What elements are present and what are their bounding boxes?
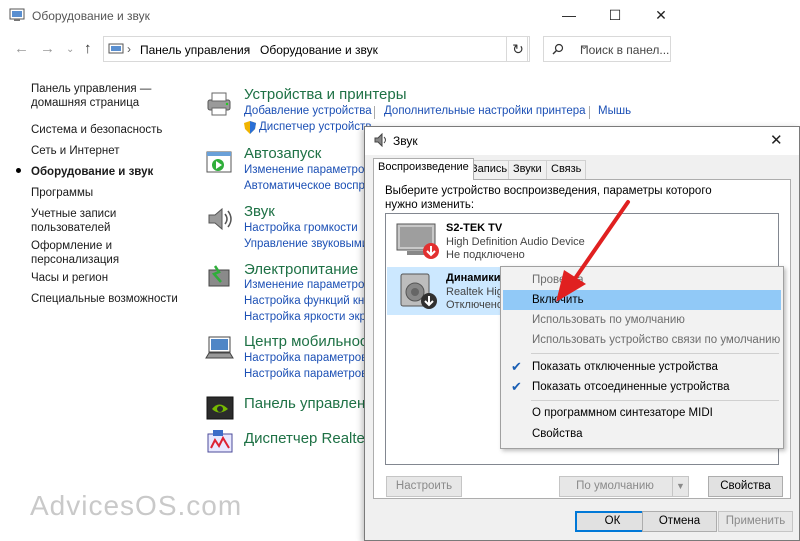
maximize-button[interactable]: ☐ <box>592 0 638 32</box>
menu-item-label: Показать отсоединенные устройства <box>532 381 730 393</box>
speaker-icon <box>374 133 386 147</box>
category-autoplay[interactable]: Автозапуск <box>244 145 321 162</box>
monitor-icon <box>396 223 439 259</box>
search-placeholder: Поиск в панел... <box>580 43 670 57</box>
search-input[interactable]: Поиск в панел... <box>543 36 671 62</box>
tab-communications[interactable]: Связь <box>546 160 587 179</box>
tab-playback[interactable]: Воспроизведение <box>373 158 474 180</box>
menu-item-show-disabled[interactable]: ✔ Показать отключенные устройства <box>503 357 781 377</box>
link-mobility-settings-2[interactable]: Настройка параметров <box>244 368 367 380</box>
device-name: Динамики <box>446 272 501 284</box>
link-volume[interactable]: Настройка громкости <box>244 222 358 234</box>
sidebar-item-accounts[interactable]: Учетные записи <box>31 207 116 221</box>
speaker-icon <box>208 207 232 231</box>
set-default-button[interactable]: По умолчанию ▼ <box>559 476 689 497</box>
breadcrumb-separator-icon: › <box>127 42 131 56</box>
device-status: Отключено <box>446 299 503 311</box>
apply-button[interactable]: Применить <box>718 511 793 532</box>
dialog-title: Звук <box>393 134 418 148</box>
sidebar-item-security[interactable]: Система и безопасность <box>31 123 162 137</box>
cancel-button[interactable]: Отмена <box>642 511 717 532</box>
power-options-icon <box>208 265 230 287</box>
category-power[interactable]: Электропитание <box>244 261 358 278</box>
checkmark-icon: ✔ <box>511 359 522 374</box>
menu-separator <box>531 353 779 354</box>
breadcrumb-control-panel[interactable]: Панель управления <box>140 43 250 57</box>
watermark: AdvicesOS.com <box>30 490 243 521</box>
sidebar-item-network[interactable]: Сеть и Интернет <box>31 144 120 158</box>
link-power-buttons[interactable]: Настройка функций кно <box>244 295 371 307</box>
configure-button[interactable]: Настроить <box>386 476 462 497</box>
nvidia-icon <box>206 396 234 420</box>
speaker-device-icon <box>400 273 437 309</box>
search-icon <box>552 43 564 55</box>
menu-item-set-default-comm[interactable]: Использовать устройство связи по умолчан… <box>503 330 781 350</box>
title-bar: Оборудование и звук — ☐ ✕ <box>0 0 800 32</box>
sidebar-item-home[interactable]: Панель управления — <box>31 82 151 96</box>
window-title: Оборудование и звук <box>32 9 150 23</box>
link-add-device[interactable]: Добавление устройства <box>244 105 372 117</box>
breadcrumb-separator-icon: › <box>245 42 249 56</box>
close-button[interactable]: ✕ <box>638 0 684 32</box>
sidebar-item-appearance[interactable]: Оформление и <box>31 239 112 253</box>
menu-item-set-default[interactable]: Использовать по умолчанию <box>503 310 781 330</box>
recent-locations-icon[interactable]: ⌄ <box>66 44 74 55</box>
link-mobility-settings-1[interactable]: Настройка параметров <box>244 352 367 364</box>
link-power-settings[interactable]: Изменение параметров <box>244 279 370 291</box>
link-device-manager[interactable]: Диспетчер устройств <box>259 121 371 133</box>
category-sound[interactable]: Звук <box>244 203 275 220</box>
sidebar-item-programs[interactable]: Программы <box>31 186 93 200</box>
active-bullet-icon <box>16 168 21 173</box>
menu-item-properties[interactable]: Свойства <box>503 424 781 444</box>
realtek-icon <box>207 430 233 453</box>
close-icon[interactable]: ✕ <box>770 131 783 149</box>
link-separator <box>374 106 375 119</box>
category-mobility-center[interactable]: Центр мобильност <box>244 333 374 350</box>
device-name: S2-TEK TV <box>446 222 503 234</box>
device-status: Не подключено <box>446 249 525 261</box>
link-separator <box>589 106 590 119</box>
properties-button[interactable]: Свойства <box>708 476 783 497</box>
link-sound-devices[interactable]: Управление звуковыми <box>244 238 368 250</box>
address-bar: ← → ⌄ ↑ › Панель управления › Оборудован… <box>0 33 800 63</box>
control-panel-icon <box>9 8 25 21</box>
menu-item-show-disconnected[interactable]: ✔ Показать отсоединенные устройства <box>503 377 781 397</box>
link-printer-settings[interactable]: Дополнительные настройки принтера <box>384 105 586 117</box>
link-mouse[interactable]: Мышь <box>598 105 631 117</box>
printer-icon <box>207 92 231 116</box>
red-arrow-annotation <box>556 200 630 302</box>
shield-icon <box>244 121 256 134</box>
category-devices-printers[interactable]: Устройства и принтеры <box>244 86 406 103</box>
category-realtek[interactable]: Диспетчер Realtek <box>244 430 372 447</box>
mobility-center-icon <box>205 336 234 359</box>
dialog-title-bar: Звук ✕ <box>365 127 799 155</box>
sidebar-item-home-2[interactable]: домашняя страница <box>31 96 139 110</box>
control-panel-icon <box>108 43 124 54</box>
menu-item-label: Показать отключенные устройства <box>532 361 718 373</box>
sidebar-item-accessibility[interactable]: Специальные возможности <box>31 292 178 306</box>
sidebar-item-hardware-sound[interactable]: Оборудование и звук <box>31 165 153 179</box>
forward-arrow-icon[interactable]: → <box>40 40 55 57</box>
address-field[interactable]: › Панель управления › Оборудование и зву… <box>103 36 588 62</box>
up-arrow-icon[interactable]: ↑ <box>84 40 92 57</box>
autoplay-icon <box>206 151 232 173</box>
set-default-label: По умолчанию <box>576 480 654 492</box>
minimize-button[interactable]: — <box>546 0 592 32</box>
link-autoplay-auto[interactable]: Автоматическое воспро <box>244 180 371 192</box>
ok-button[interactable]: ОК <box>575 511 650 532</box>
sidebar-item-accounts-2[interactable]: пользователей <box>31 221 110 235</box>
tab-sounds[interactable]: Звуки <box>508 160 547 179</box>
breadcrumb-hardware-sound[interactable]: Оборудование и звук <box>260 43 378 57</box>
checkmark-icon: ✔ <box>511 379 522 394</box>
menu-item-midi[interactable]: О программном синтезаторе MIDI <box>503 403 781 423</box>
link-brightness[interactable]: Настройка яркости экра <box>244 311 372 323</box>
link-autoplay-settings[interactable]: Изменение параметров <box>244 164 370 176</box>
chevron-down-icon[interactable]: ▼ <box>672 477 688 496</box>
category-nvidia-panel[interactable]: Панель управлени <box>244 395 374 412</box>
back-arrow-icon[interactable]: ← <box>14 40 29 57</box>
sidebar-item-appearance-2[interactable]: персонализация <box>31 253 119 267</box>
menu-separator <box>531 400 779 401</box>
refresh-button[interactable]: ↻ <box>506 36 530 62</box>
sidebar-item-clock-region[interactable]: Часы и регион <box>31 271 108 285</box>
